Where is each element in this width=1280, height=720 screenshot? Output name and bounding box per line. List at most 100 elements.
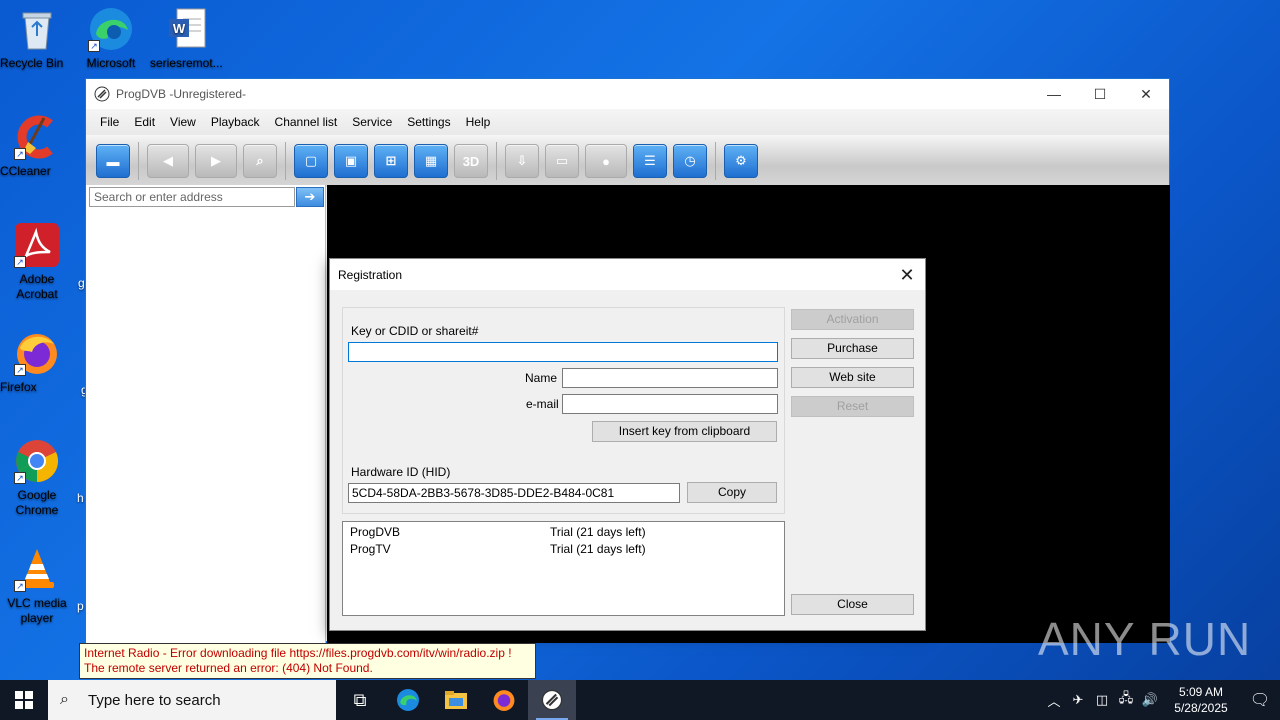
error-line-2: The remote server returned an error: (40… [84,661,373,675]
purchase-button[interactable]: Purchase [791,338,914,359]
fullscreen-button[interactable]: ▣ [334,144,368,178]
menubar: File Edit View Playback Channel list Ser… [86,109,1169,135]
edge-icon: ↗ [88,6,134,52]
taskbar-progdvb[interactable] [528,680,576,720]
edge-icon [397,689,419,711]
close-icon: ✕ [899,265,915,285]
close-button[interactable]: Close [791,594,914,615]
dialog-close-button[interactable]: ✕ [895,263,919,287]
taskbar-search[interactable]: ⌕ Type here to search [48,680,336,720]
product-status: Trial (21 days left) [550,542,646,556]
grid-16-button[interactable]: ▦ [414,144,448,178]
menu-help[interactable]: Help [460,115,500,129]
desktop-icon-chrome[interactable]: ↗ Google Chrome [0,438,74,517]
settings-button[interactable]: ⚙ [724,144,758,178]
product-status: Trial (21 days left) [550,525,646,539]
3d-button[interactable]: 3D [454,144,488,178]
email-label: e-mail [526,397,559,411]
key-input[interactable] [348,342,778,362]
firefox-icon [493,690,515,711]
clock-icon: ◷ [684,153,696,168]
search-tool-button[interactable]: ⌕ [243,144,277,178]
name-label: Name [525,371,558,385]
grid-icon: ⊞ [385,153,397,168]
desktop-icon-firefox[interactable]: ↗ Firefox [0,330,74,394]
desktop-icon-acrobat[interactable]: ↗ Adobe Acrobat [0,222,74,301]
product-list[interactable]: ProgDVB Trial (21 days left) ProgTV Tria… [342,521,785,616]
menu-channel-list[interactable]: Channel list [269,115,347,129]
window-icon: ▢ [304,153,318,168]
address-go-button[interactable]: ➔ [296,187,324,207]
toolbar-separator [496,142,497,180]
search-icon: ⌕ [60,691,69,708]
clock-date: 5/28/2025 [1174,701,1228,715]
hid-label: Hardware ID (HID) [351,465,451,479]
activation-button[interactable]: Activation [791,309,914,330]
product-name: ProgTV [350,542,391,556]
desktop-icon-edge[interactable]: ↗ Microsoft Edge [74,6,148,70]
ccleaner-icon: ↗ [14,114,60,160]
task-view-icon: ⧉ [353,689,367,710]
network-icon[interactable]: 🖧 [1114,689,1138,711]
channel-list-pane[interactable]: Search or enter address ➔ [86,185,326,643]
desktop-icon-vlc[interactable]: ↗ VLC media player [0,546,74,625]
grid-4-button[interactable]: ⊞ [374,144,408,178]
toolbar: ▬ ◀ ▶ ⌕ ▢ ▣ ⊞ ▦ 3D ⇩ ▭ ● ☰ ◷ ⚙ [86,135,1169,187]
maximize-button[interactable]: ☐ [1077,79,1123,109]
start-button[interactable] [0,680,48,720]
clock-time: 5:09 AM [1178,685,1224,699]
taskbar-edge[interactable] [384,680,432,720]
registration-dialog: Registration ✕ Key or CDID or shareit# N… [329,258,926,631]
task-view-button[interactable]: ⧉ [336,680,384,720]
download-button[interactable]: ⇩ [505,144,539,178]
menu-playback[interactable]: Playback [205,115,269,129]
schedule-button[interactable]: ◷ [673,144,707,178]
monitor-icon: ▭ [555,153,569,168]
record-button[interactable]: ● [585,144,627,178]
list-icon: ☰ [644,153,656,168]
single-view-button[interactable]: ▢ [294,144,328,178]
taskbar-file-explorer[interactable] [432,680,480,720]
system-tray: ︿ ✈ ◫ 🖧 🔊 5:09 AM 5/28/2025 🗨 [1042,680,1280,720]
close-window-button[interactable]: ✕ [1123,79,1169,109]
address-input[interactable]: Search or enter address [89,187,295,207]
fullscreen-icon: ▣ [344,153,358,168]
acrobat-icon: ↗ [14,222,60,268]
volume-icon[interactable]: 🔊 [1138,692,1162,708]
taskbar: ⌕ Type here to search ⧉ ︿ ✈ ◫ 🖧 🔊 5:09 A… [0,680,1280,720]
error-notification[interactable]: Internet Radio - Error downloading file … [79,643,536,679]
menu-file[interactable]: File [94,115,128,129]
minimize-button[interactable]: — [1031,79,1077,109]
taskbar-firefox[interactable] [480,680,528,720]
menu-view[interactable]: View [164,115,205,129]
clock[interactable]: 5:09 AM 5/28/2025 [1168,684,1234,716]
copy-button[interactable]: Copy [687,482,777,503]
menu-settings[interactable]: Settings [401,115,459,129]
desktop-icon-recycle-bin[interactable]: Recycle Bin [0,6,74,70]
magnifier-icon: ⌕ [256,153,264,168]
progdvb-tray-icon[interactable]: ✈ [1066,692,1090,708]
meet-now-icon[interactable]: ◫ [1090,692,1114,708]
notification-icon[interactable]: 🗨 [1240,690,1280,710]
list-button[interactable]: ☰ [633,144,667,178]
search-placeholder: Type here to search [88,691,221,709]
folder-icon: ▬ [106,153,120,169]
open-folder-button[interactable]: ▬ [96,144,130,178]
email-input[interactable] [562,394,778,414]
website-button[interactable]: Web site [791,367,914,388]
desktop-icon-word-doc[interactable]: W seriesremot... [150,6,224,70]
insert-key-button[interactable]: Insert key from clipboard [592,421,777,442]
arrow-right-icon: ▶ [211,153,221,168]
screen-button[interactable]: ▭ [545,144,579,178]
registration-group: Key or CDID or shareit# Name e-mail Inse… [342,307,785,514]
name-input[interactable] [562,368,778,388]
chevron-up-icon[interactable]: ︿ [1042,691,1066,710]
back-button[interactable]: ◀ [147,144,189,178]
menu-edit[interactable]: Edit [128,115,164,129]
desktop-icon-ccleaner[interactable]: ↗ CCleaner [0,114,74,178]
menu-service[interactable]: Service [346,115,401,129]
forward-button[interactable]: ▶ [195,144,237,178]
anyrun-watermark: ANY RUN [1038,613,1252,665]
reset-button[interactable]: Reset [791,396,914,417]
desktop-partial-label: g [78,276,85,290]
